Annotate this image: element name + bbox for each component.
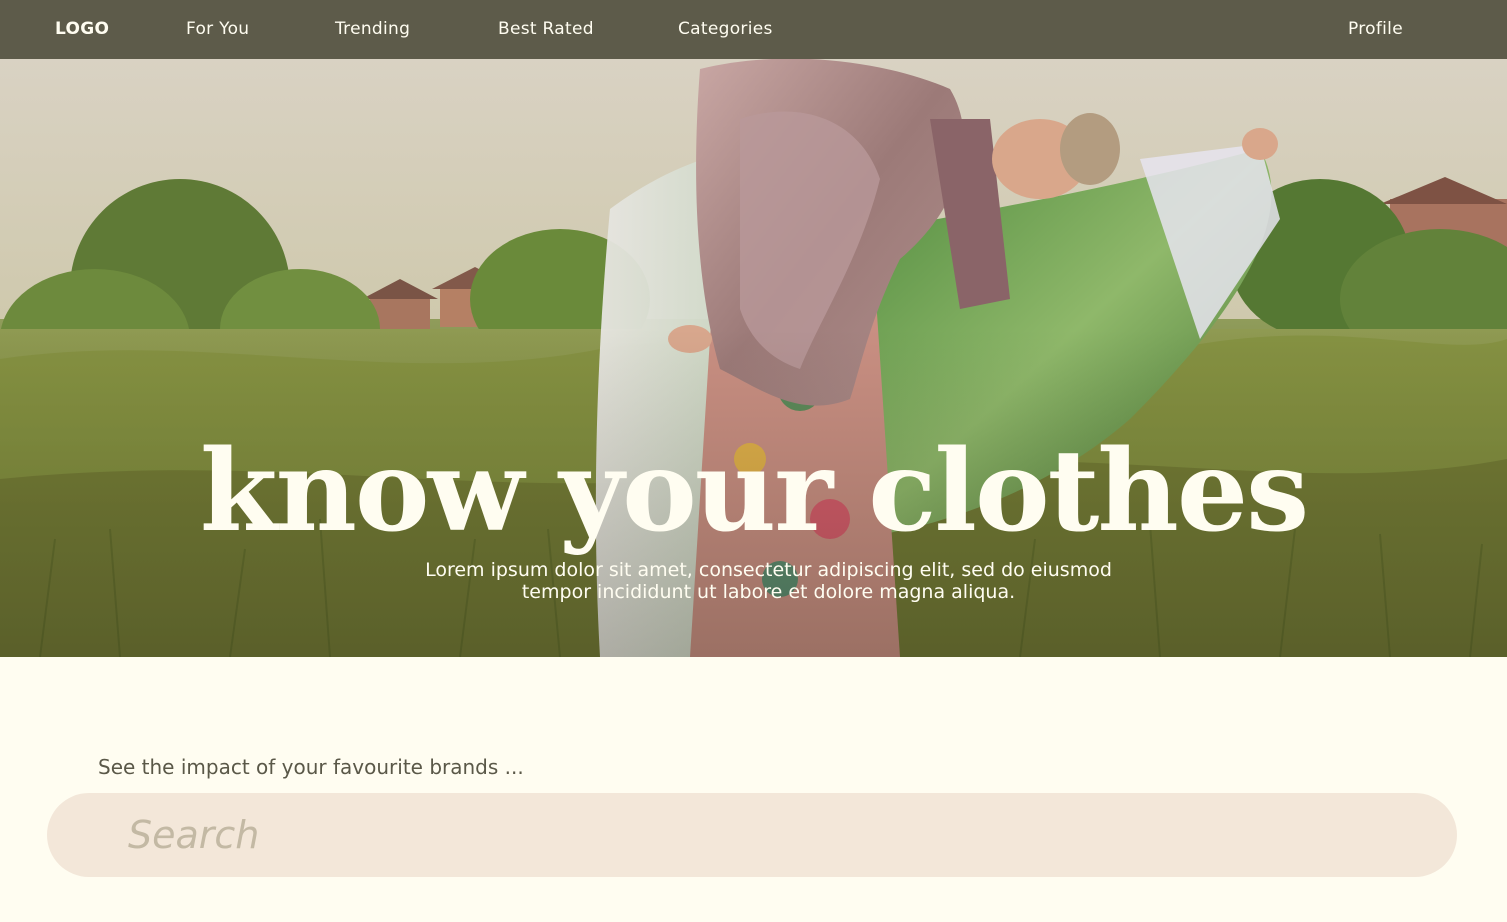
top-navbar: LOGO For You Trending Best Rated Categor…: [0, 0, 1507, 59]
hero-banner: know your clothes Lorem ipsum dolor sit …: [0, 59, 1507, 657]
nav-link-categories[interactable]: Categories: [678, 19, 773, 39]
hero-subtitle: Lorem ipsum dolor sit amet, consectetur …: [425, 559, 1112, 603]
nav-link-best-rated[interactable]: Best Rated: [498, 19, 594, 39]
nav-link-profile[interactable]: Profile: [1348, 19, 1403, 39]
nav-link-trending[interactable]: Trending: [335, 19, 410, 39]
search-caption: See the impact of your favourite brands …: [98, 755, 524, 779]
logo[interactable]: LOGO: [55, 19, 109, 39]
search-input[interactable]: [128, 806, 1408, 864]
hero-title: know your clothes: [199, 426, 1309, 557]
nav-link-for-you[interactable]: For You: [186, 19, 249, 39]
